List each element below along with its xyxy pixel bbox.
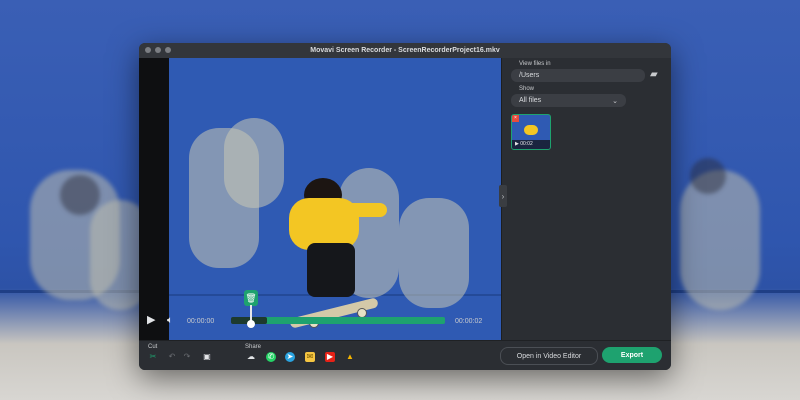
mail-icon[interactable]: ✉ [305,352,315,362]
files-panel: View files in /Users ▰ Show All files ⌄ … [509,58,671,348]
playhead-handle[interactable] [247,320,255,328]
delete-thumbnail-icon[interactable]: × [512,115,519,122]
collapse-panel-button[interactable]: › [499,185,507,207]
thumbnail-figure [524,125,538,135]
title-bar: Movavi Screen Recorder - ScreenRecorderP… [139,43,671,58]
video-preview[interactable] [169,58,501,346]
window-title: Movavi Screen Recorder - ScreenRecorderP… [310,47,500,54]
skater-pants [307,243,355,297]
telegram-icon[interactable]: ➤ [285,352,295,362]
current-time: 00:00:00 [187,318,215,325]
youtube-icon[interactable]: ▶ [325,352,335,362]
file-filter-value: All files [519,97,542,104]
window-controls [145,47,171,53]
camera-icon[interactable]: ▣ [202,352,212,362]
folder-path-field[interactable]: /Users [511,69,645,82]
minimize-window-button[interactable] [155,47,161,53]
play-icon[interactable]: ▶ [147,315,155,326]
maximize-window-button[interactable] [165,47,171,53]
redo-icon[interactable]: ↷ [182,352,192,362]
letterbox-left [139,58,169,346]
folder-icon[interactable]: ▰ [650,70,664,80]
trash-icon[interactable]: 🗑︎ [244,290,258,306]
skater-arm [337,203,387,217]
show-label: Show [519,86,535,92]
google-drive-icon[interactable]: ▲ [345,352,355,362]
motion-ghost [399,198,469,308]
total-time: 00:00:02 [455,318,483,325]
recorder-window: Movavi Screen Recorder - ScreenRecorderP… [139,43,671,370]
whatsapp-icon[interactable]: ✆ [266,352,276,362]
motion-ghost [224,118,284,208]
chevron-down-icon: ⌄ [612,97,618,105]
cut-label: Cut [148,344,158,350]
folder-path-value: /Users [519,72,540,79]
share-label: Share [245,344,262,350]
close-window-button[interactable] [145,47,151,53]
export-button[interactable]: Export [602,347,662,363]
file-filter-select[interactable]: All files ⌄ [511,94,626,107]
ghost-figure [680,170,760,310]
volume-icon[interactable]: 🔈︎ [167,315,173,326]
ghost-figure [690,158,726,194]
undo-icon[interactable]: ↶ [167,352,177,362]
view-files-label: View files in [519,61,551,67]
thumbnail-duration: ▶ 00:02 [512,140,550,149]
chevron-right-icon: › [501,191,505,201]
recording-thumbnail[interactable]: × ▶ 00:02 [511,114,551,150]
ghost-figure [60,175,100,215]
cloud-upload-icon[interactable]: ☁ [246,352,256,362]
open-in-video-editor-button[interactable]: Open in Video Editor [500,347,598,365]
scissors-icon[interactable]: ✂ [148,352,158,362]
